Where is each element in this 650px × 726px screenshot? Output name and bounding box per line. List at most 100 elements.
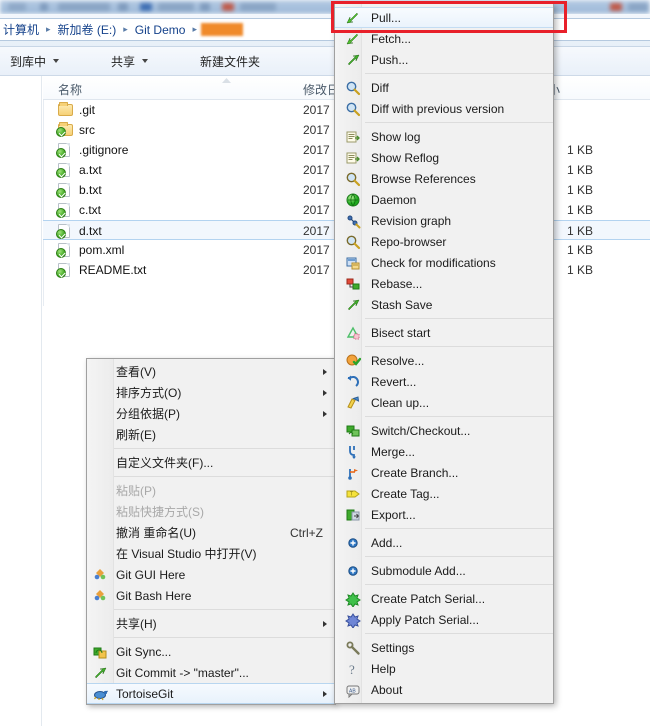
tortoisegit-submenu: Pull... Fetch... Push... Diff Diff with prev… (334, 3, 554, 704)
chevron-down-icon (53, 59, 60, 63)
menu-item-label: Show Reflog (371, 150, 440, 165)
tortoisegit-menu-item[interactable]: Daemon (335, 189, 553, 210)
toolbar-button-new-folder[interactable]: 新建文件夹 (190, 53, 270, 70)
tortoisegit-menu-item[interactable]: Create Patch Serial... (335, 588, 553, 609)
column-header-name[interactable]: 名称 (58, 81, 82, 98)
menu-item-label: Push... (371, 52, 409, 67)
tortoisegit-menu-item[interactable]: Repo-browser (335, 231, 553, 252)
context-menu-item[interactable]: 共享(H) (87, 613, 335, 634)
submenu-arrow-icon (323, 690, 327, 697)
push-icon (345, 52, 361, 68)
tortoisegit-menu-item[interactable]: Check for modifications (335, 252, 553, 273)
screenshot-root: 计算机 ▸ 新加卷 (E:) ▸ Git Demo ▸ 到库中 共享 新建文件夹 (0, 0, 650, 726)
explorer-context-menu: 查看(V) 排序方式(O) 分组依据(P) 刷新(E) 自定义文件夹(F)... 粘贴(P… (86, 358, 336, 705)
pull-icon (345, 10, 361, 26)
menu-item-label: Apply Patch Serial... (371, 612, 480, 627)
context-menu-item: 粘贴快捷方式(S) (87, 501, 335, 522)
diff-prev-icon (345, 101, 361, 117)
tortoisegit-menu-item[interactable]: Show log (335, 126, 553, 147)
tortoisegit-menu-item[interactable]: Export... (335, 504, 553, 525)
tortoisegit-menu-item[interactable]: Fetch... (335, 28, 553, 49)
context-menu-item[interactable]: 自定义文件夹(F)... (87, 452, 335, 473)
breadcrumb-separator: ▸ (46, 24, 51, 34)
tortoisegit-menu-item[interactable]: Create Branch... (335, 462, 553, 483)
bisect-start-icon (345, 325, 361, 341)
menu-item-label: Clean up... (371, 395, 430, 410)
menu-item-label: Daemon (371, 192, 417, 207)
tortoisegit-menu-item[interactable]: Revision graph (335, 210, 553, 231)
context-menu-item[interactable]: 分组依据(P) (87, 403, 335, 424)
toolbar-button-include-in-library[interactable]: 到库中 (0, 53, 69, 70)
context-menu-item[interactable]: 撤消 重命名(U) Ctrl+Z (87, 522, 335, 543)
tortoisegit-menu-item[interactable]: ? Help (335, 658, 553, 679)
toolbar-button-share[interactable]: 共享 (101, 53, 158, 70)
git-commit-icon (92, 665, 108, 681)
context-menu-item[interactable]: 排序方式(O) (87, 382, 335, 403)
context-menu-item[interactable]: 刷新(E) (87, 424, 335, 445)
submenu-arrow-icon (323, 620, 327, 627)
menu-separator (114, 609, 335, 610)
menu-item-label: Revert... (371, 374, 417, 389)
menu-item-label: Check for modifications (371, 255, 496, 270)
menu-item-label: 自定义文件夹(F)... (116, 456, 214, 470)
submenu-arrow-icon (323, 389, 327, 396)
menu-item-label: Settings (371, 640, 415, 655)
tortoisegit-menu-item[interactable]: Bisect start (335, 322, 553, 343)
git-bash-icon (92, 588, 108, 604)
context-menu-item[interactable]: Git Commit -> "master"... (87, 662, 335, 683)
git-sync-icon (92, 644, 108, 660)
menu-separator (365, 528, 553, 529)
folder-git-icon (56, 122, 73, 137)
file-git-icon (56, 263, 73, 278)
resolve-icon (345, 353, 361, 369)
menu-separator (114, 448, 335, 449)
menu-separator (114, 476, 335, 477)
svg-text:T: T (350, 491, 353, 497)
tortoisegit-menu-item[interactable]: Diff (335, 77, 553, 98)
context-menu-item[interactable]: 查看(V) (87, 361, 335, 382)
context-menu-item[interactable]: Git GUI Here (87, 564, 335, 585)
tortoisegit-menu-item[interactable]: Show Reflog (335, 147, 553, 168)
menu-item-label: Rebase... (371, 276, 423, 291)
menu-separator (365, 73, 553, 74)
tortoisegit-menu-item[interactable]: Merge... (335, 441, 553, 462)
file-date: 2017 (303, 163, 330, 177)
tortoisegit-menu-item[interactable]: Add... (335, 532, 553, 553)
tortoisegit-menu-item[interactable]: Pull... (335, 7, 553, 28)
tortoisegit-menu-item[interactable]: Diff with previous version (335, 98, 553, 119)
repo-browser-icon (345, 234, 361, 250)
breadcrumb-separator: ▸ (123, 24, 128, 34)
breadcrumb-item-1[interactable]: 新加卷 (E:) (55, 21, 120, 38)
chevron-down-icon (142, 59, 149, 63)
switch-checkout-icon (345, 423, 361, 439)
tortoisegit-menu-item[interactable]: AB About (335, 679, 553, 700)
context-menu-item[interactable]: 在 Visual Studio 中打开(V) (87, 543, 335, 564)
menu-item-label: Resolve... (371, 353, 425, 368)
tortoisegit-menu-item[interactable]: Submodule Add... (335, 560, 553, 581)
context-menu-item[interactable]: Git Sync... (87, 641, 335, 662)
file-name: .gitignore (79, 143, 129, 157)
tortoisegit-menu-item[interactable]: Revert... (335, 371, 553, 392)
tortoisegit-menu-item[interactable]: Push... (335, 49, 553, 70)
menu-item-label: 粘贴快捷方式(S) (116, 505, 204, 519)
tortoisegit-menu-item[interactable]: T Create Tag... (335, 483, 553, 504)
breadcrumb-redacted-item[interactable] (200, 23, 243, 36)
breadcrumb-item-0[interactable]: 计算机 (0, 21, 42, 38)
context-menu-item[interactable]: Git Bash Here (87, 585, 335, 606)
tortoisegit-menu-item[interactable]: Stash Save (335, 294, 553, 315)
tortoisegit-menu-item[interactable]: Clean up... (335, 392, 553, 413)
menu-item-label: 查看(V) (116, 365, 156, 379)
export-icon (345, 507, 361, 523)
settings-icon (345, 640, 361, 656)
file-date: 2017 (303, 103, 330, 117)
file-name: c.txt (79, 203, 102, 217)
menu-item-label: 分组依据(P) (116, 407, 180, 421)
breadcrumb-item-2[interactable]: Git Demo (132, 23, 189, 37)
tortoisegit-menu-item[interactable]: Apply Patch Serial... (335, 609, 553, 630)
tortoisegit-menu-item[interactable]: Resolve... (335, 350, 553, 371)
tortoisegit-menu-item[interactable]: Browse References (335, 168, 553, 189)
context-menu-item[interactable]: TortoiseGit (87, 683, 335, 704)
tortoisegit-menu-item[interactable]: Settings (335, 637, 553, 658)
tortoisegit-menu-item[interactable]: Switch/Checkout... (335, 420, 553, 441)
tortoisegit-menu-item[interactable]: Rebase... (335, 273, 553, 294)
